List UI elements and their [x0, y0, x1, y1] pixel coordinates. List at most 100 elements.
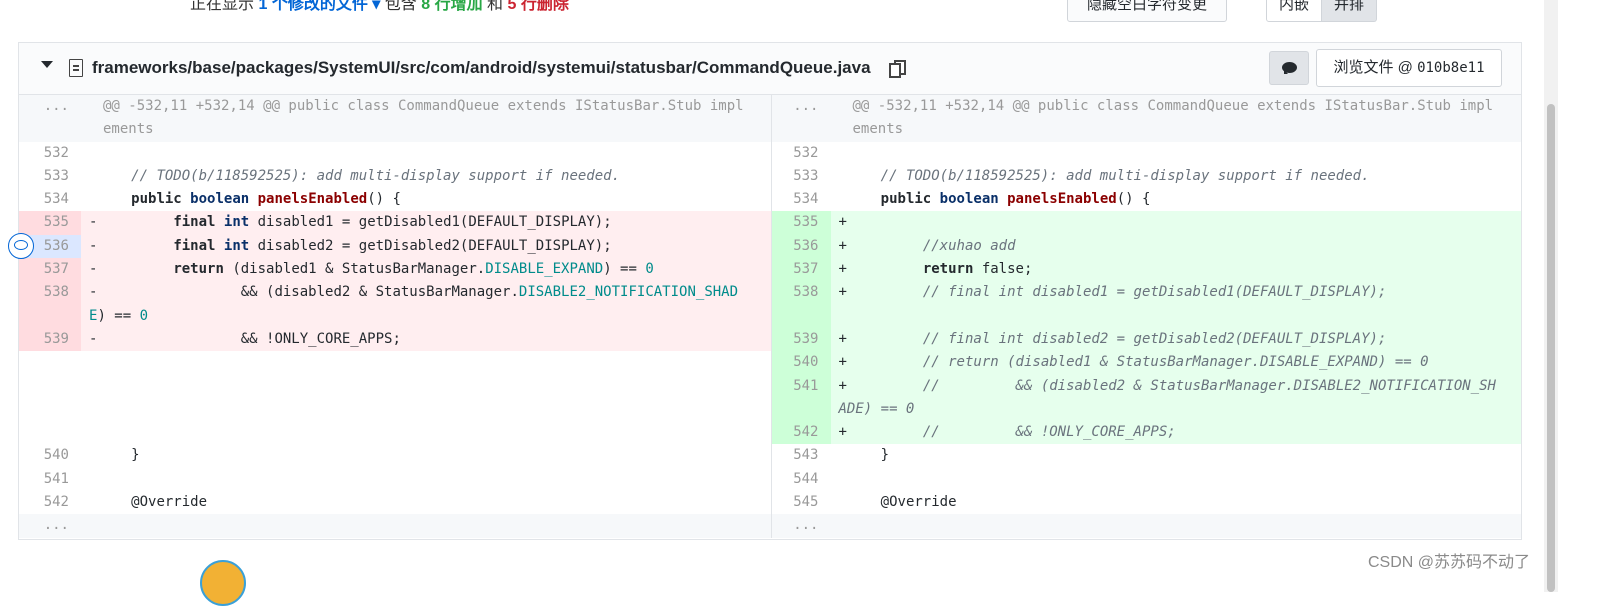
diff-toolbar: 正在显示 1 个修改的文件 ▾ 包含 8 行增加 和 5 行删除 隐藏空白字符变…	[0, 0, 1608, 44]
code-text-left: // TODO(b/118592525): add multi-display …	[131, 167, 621, 184]
line-number-right[interactable]: 545	[770, 491, 831, 515]
line-number-right[interactable]: 540	[770, 351, 831, 375]
hunk-header-left: @@ -532,11 +532,14 @@ public class Comma…	[81, 95, 771, 142]
code-text-right: // TODO(b/118592525): add multi-display …	[880, 167, 1370, 184]
diff-row: 536 - final int disabled2 = getDisabled2(…	[19, 234, 1521, 259]
summary-mid: 包含	[384, 0, 417, 13]
code-text-right: public boolean panelsEnabled() {	[880, 191, 1151, 208]
line-number-right[interactable]: 541	[770, 374, 831, 422]
browse-label: 浏览文件 @	[1333, 59, 1413, 76]
changed-files-link[interactable]: 1 个修改的文件	[258, 0, 367, 13]
copy-icon[interactable]	[889, 60, 907, 78]
diff-sign-right: +	[838, 330, 847, 347]
code-text-right: // return (disabled1 & StatusBarManager.…	[922, 354, 1429, 371]
hunk-expand-right[interactable]: ...	[770, 95, 831, 142]
line-number-right[interactable]: 538	[770, 281, 831, 328]
line-number-left[interactable]: 534	[19, 188, 81, 212]
code-text-left: && (disabled2 & StatusBarManager.DISABLE…	[89, 284, 739, 324]
hunk-expand-left[interactable]: ...	[19, 95, 81, 142]
line-number-left[interactable]: 537	[19, 258, 81, 282]
line-number-right[interactable]: 537	[770, 258, 831, 282]
line-number-left[interactable]: 532	[19, 141, 81, 165]
file-diff: frameworks/base/packages/SystemUI/src/co…	[18, 42, 1522, 540]
code-right: + return false;	[830, 258, 1521, 282]
diff-sign-left: -	[89, 214, 98, 231]
browse-file-button[interactable]: 浏览文件 @ 010b8e11	[1316, 49, 1502, 87]
split-divider	[771, 95, 772, 538]
code-text-left: @Override	[97, 494, 208, 511]
collapse-caret-icon[interactable]	[41, 61, 53, 68]
code-left	[81, 468, 771, 491]
code-left	[81, 142, 771, 165]
code-right	[831, 468, 1522, 491]
diff-sign-right: +	[838, 377, 847, 394]
line-number-left[interactable]	[19, 421, 81, 445]
line-number-right[interactable]: 539	[770, 327, 831, 352]
line-number-left[interactable]: 538	[19, 281, 81, 328]
line-number-left[interactable]: 535	[19, 211, 81, 235]
hunk-expand-bottom-left[interactable]: ...	[19, 514, 81, 538]
code-right: public boolean panelsEnabled() {	[831, 188, 1522, 211]
additions-count: 8 行增加	[421, 0, 483, 13]
code-text-left: return (disabled1 & StatusBarManager.DIS…	[173, 261, 654, 278]
code-text-left: final int disabled1 = getDisabled1(DEFAU…	[173, 214, 612, 231]
code-text-right: // final int disabled1 = getDisabled1(DE…	[922, 284, 1387, 301]
code-text-right: return false;	[922, 261, 1033, 278]
diff-row: 537- return (disabled1 & StatusBarManage…	[19, 258, 1521, 282]
code-left: - && !ONLY_CORE_APPS;	[81, 327, 771, 352]
diff-sign-right: +	[838, 354, 847, 371]
diff-sign-right: +	[838, 424, 847, 441]
code-left: public boolean panelsEnabled() {	[81, 188, 771, 211]
code-left: @Override	[81, 491, 771, 514]
hunk-expand-bottom-right[interactable]: ...	[770, 514, 831, 538]
code-text-right: }	[846, 447, 890, 464]
hide-whitespace-button[interactable]: 隐藏空白字符变更	[1067, 0, 1227, 22]
file-path: frameworks/base/packages/SystemUI/src/co…	[92, 58, 871, 77]
code-text-right: //xuhao add	[922, 237, 1016, 254]
diff-sign-left: -	[89, 237, 98, 254]
code-left: - && (disabled2 & StatusBarManager.DISAB…	[81, 281, 771, 328]
line-number-left[interactable]: 542	[19, 491, 81, 515]
line-number-left[interactable]: 533	[19, 164, 81, 189]
line-number-right[interactable]: 534	[770, 188, 831, 212]
hunk-footer-row: ... ...	[19, 514, 1521, 538]
code-text-right: @Override	[846, 494, 957, 511]
diff-row: 533 // TODO(b/118592525): add multi-disp…	[19, 164, 1521, 189]
code-left	[81, 374, 771, 422]
chevron-down-icon[interactable]: ▾	[368, 0, 385, 13]
line-number-left[interactable]: 539	[19, 327, 81, 352]
scrollbar-thumb[interactable]	[1547, 104, 1555, 592]
diff-sign-right: +	[838, 284, 847, 301]
diff-sign-left: -	[89, 330, 98, 347]
line-number-right[interactable]: 532	[770, 141, 831, 165]
commit-sha: 010b8e11	[1417, 60, 1485, 76]
diff-summary: 正在显示 1 个修改的文件 ▾ 包含 8 行增加 和 5 行删除	[190, 0, 569, 14]
watermark: CSDN @苏苏码不动了	[1368, 554, 1531, 571]
diff-row: 540 } 543 }	[19, 444, 1521, 468]
line-number-right[interactable]: 542	[770, 421, 831, 445]
line-number-left[interactable]	[19, 351, 81, 375]
code-text-left: && !ONLY_CORE_APPS;	[105, 330, 401, 347]
toggle-comments-button[interactable]	[1269, 51, 1309, 85]
code-left	[81, 351, 771, 375]
file-icon	[69, 59, 83, 77]
line-number-left[interactable]	[19, 374, 81, 422]
line-number-left[interactable]: 540	[19, 444, 81, 468]
line-number-right[interactable]: 533	[770, 164, 831, 189]
line-number-right[interactable]: 543	[770, 444, 831, 468]
code-right: + //xuhao add	[830, 234, 1521, 259]
code-text-right: // && (disabled2 & StatusBarManager.DISA…	[838, 377, 1496, 417]
code-right: @Override	[831, 491, 1522, 514]
code-text-left: final int disabled2 = getDisabled2(DEFAU…	[173, 237, 612, 254]
code-text-right: // && !ONLY_CORE_APPS;	[922, 424, 1176, 441]
diff-sign-right: +	[838, 237, 847, 254]
add-comment-icon[interactable]	[8, 233, 34, 259]
inline-view-button[interactable]: 内嵌	[1266, 0, 1323, 22]
line-number-right[interactable]: 544	[770, 467, 831, 492]
split-view-button[interactable]: 并排	[1322, 0, 1378, 22]
code-right: + // && !ONLY_CORE_APPS;	[830, 421, 1521, 445]
line-number-right[interactable]: 535	[770, 211, 831, 235]
line-number-left[interactable]: 541	[19, 467, 81, 492]
code-left: // TODO(b/118592525): add multi-display …	[81, 165, 771, 188]
line-number-right[interactable]: 536	[770, 234, 831, 259]
